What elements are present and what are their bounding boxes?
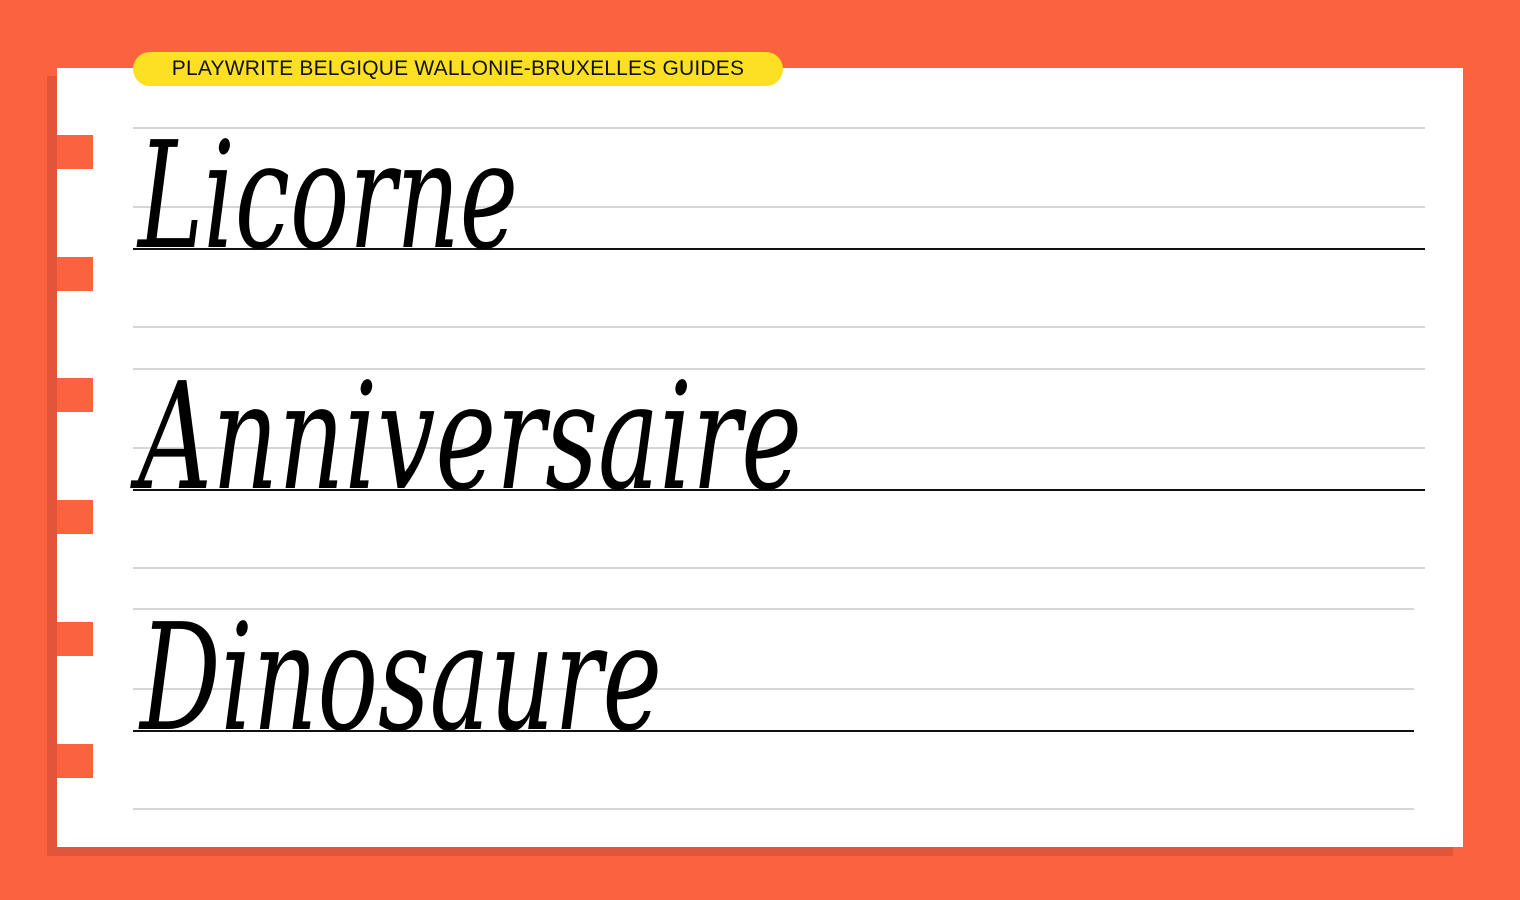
handwriting-guides: Licorne Anniversaire Dinosaure (130, 110, 1425, 810)
practice-word: Dinosaure (138, 592, 662, 764)
guide-row-1: Licorne (133, 110, 1425, 328)
guide-row-3: Dinosaure (133, 592, 1414, 810)
practice-word: Licorne (136, 110, 518, 282)
practice-word: Anniversaire (130, 351, 802, 523)
guide-row-2: Anniversaire (130, 351, 1425, 569)
